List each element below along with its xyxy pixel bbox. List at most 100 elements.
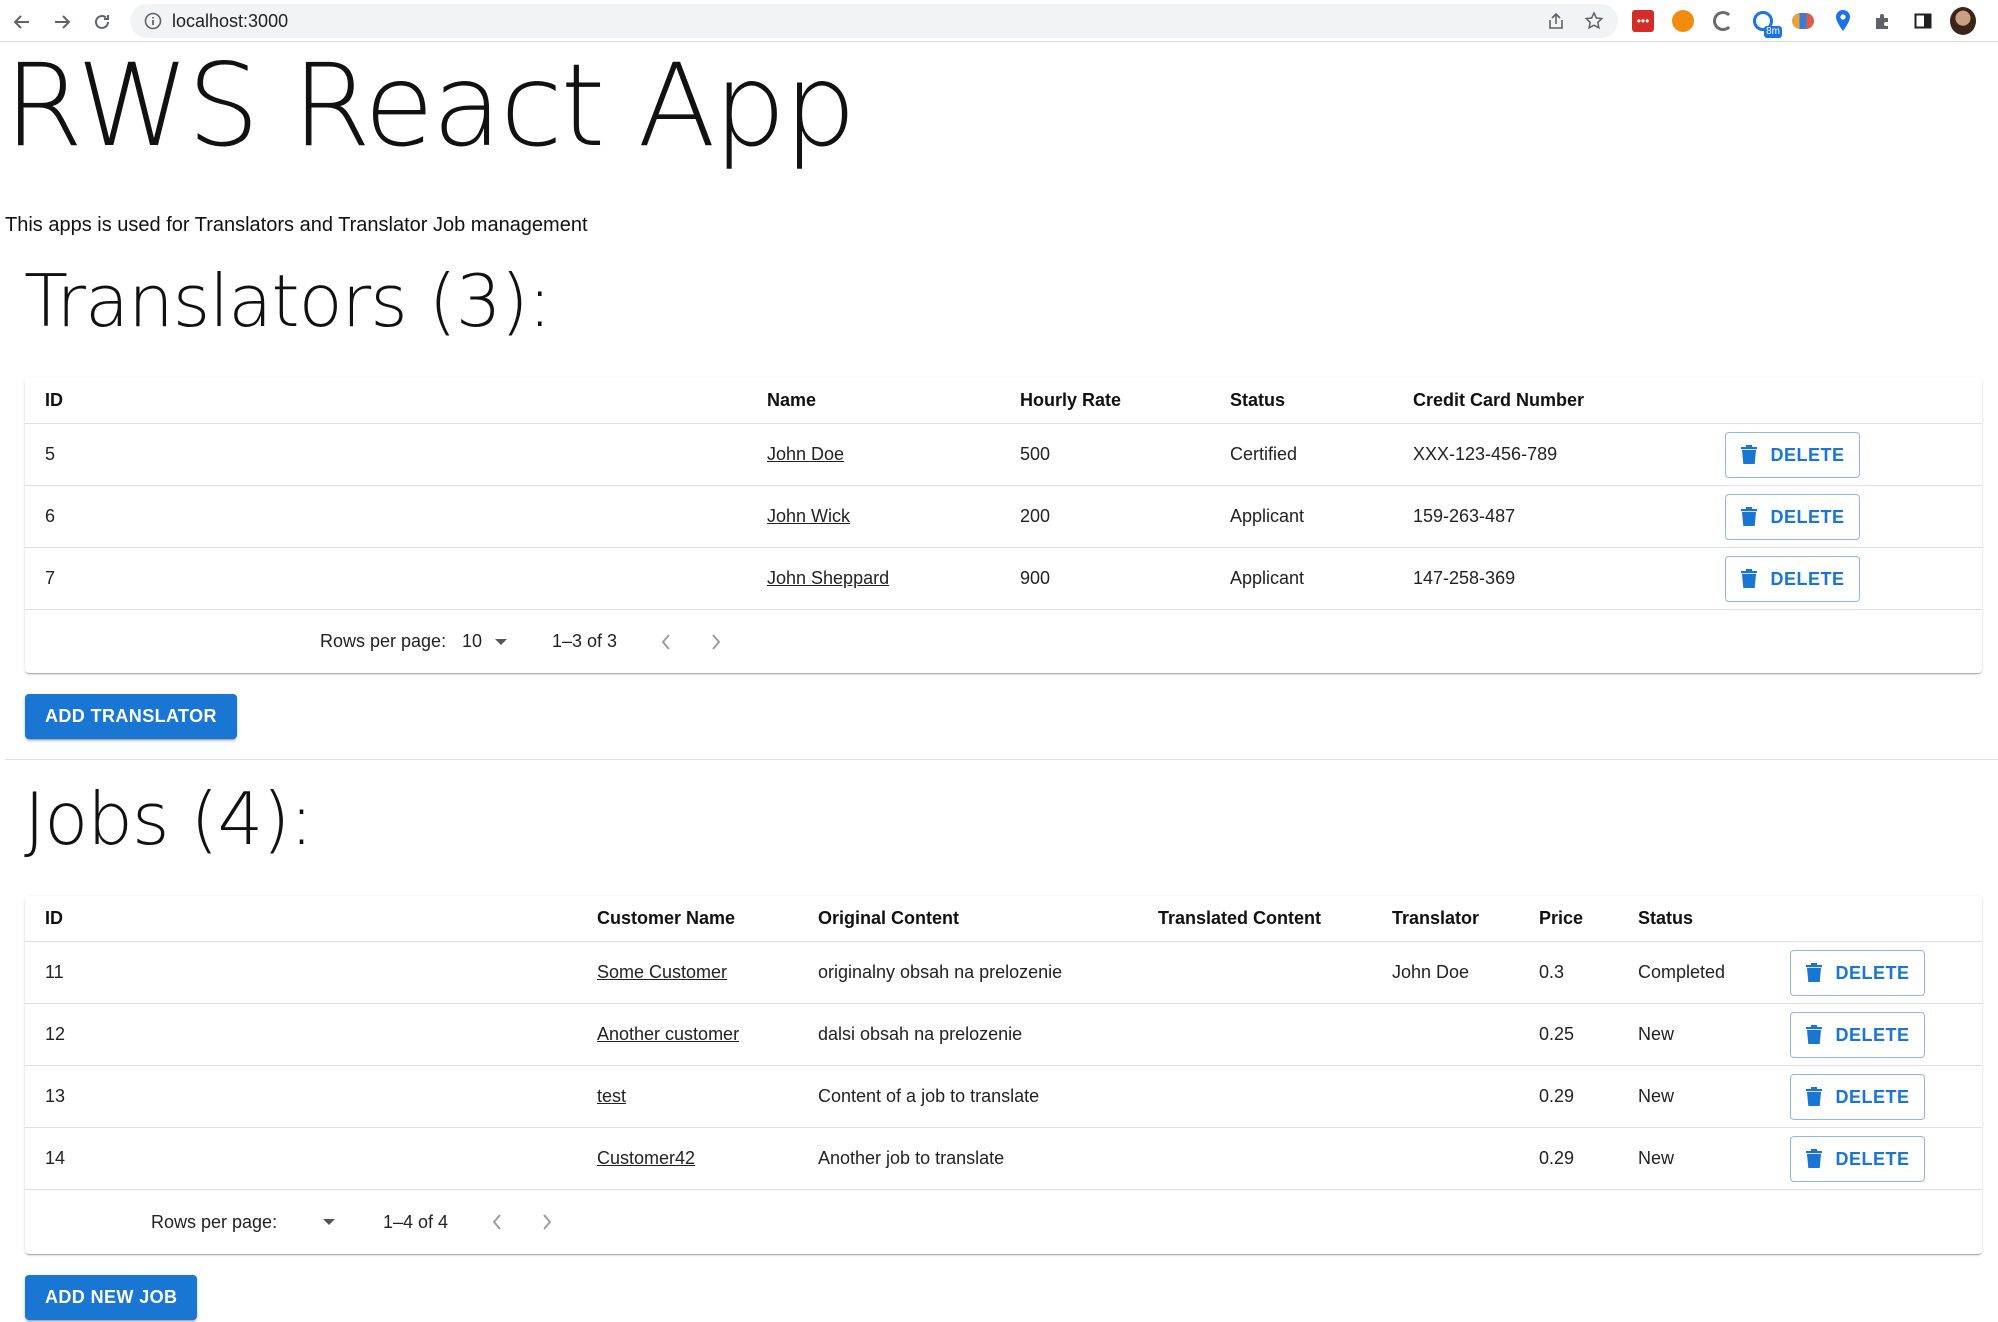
- column-header-original-content[interactable]: Original Content: [818, 896, 959, 941]
- add-translator-button[interactable]: ADD TRANSLATOR: [25, 694, 237, 739]
- column-header-id[interactable]: ID: [45, 896, 63, 941]
- translator-hourly-rate: 900: [1020, 568, 1051, 588]
- column-header-translator[interactable]: Translator: [1392, 896, 1479, 941]
- table-row: 12 Another customer dalsi obsah na prelo…: [25, 1004, 1982, 1066]
- translator-name-link[interactable]: John Doe: [767, 444, 844, 465]
- translator-status: Applicant: [1230, 506, 1305, 526]
- reload-icon[interactable]: [88, 8, 116, 36]
- table-pagination: Rows per page: 10 1–3 of 3: [25, 610, 1982, 673]
- rows-per-page-select[interactable]: 10: [462, 610, 508, 673]
- job-price: 0.29: [1539, 1148, 1575, 1168]
- delete-label: DELETE: [1770, 568, 1845, 589]
- rows-per-page-value: 10: [462, 631, 483, 651]
- back-arrow-icon[interactable]: [8, 8, 36, 36]
- translator-credit-card: 147-258-369: [1413, 568, 1516, 588]
- lastpass-extension-icon[interactable]: •••: [1630, 8, 1656, 34]
- translator-name-link[interactable]: John Sheppard: [767, 568, 889, 589]
- address-bar[interactable]: localhost:3000: [130, 4, 1618, 38]
- trash-icon: [1806, 963, 1823, 982]
- translator-id: 6: [45, 506, 56, 526]
- job-translator: John Doe: [1392, 962, 1470, 982]
- side-panel-icon[interactable]: [1910, 8, 1936, 34]
- translator-credit-card: XXX-123-456-789: [1413, 444, 1558, 464]
- url-text[interactable]: localhost:3000: [172, 11, 288, 32]
- page-title: RWS React App: [4, 39, 856, 172]
- table-row: 14 Customer42 Another job to translate 0…: [25, 1128, 1982, 1190]
- trash-icon: [1806, 1149, 1823, 1168]
- caret-down-icon: [495, 638, 508, 645]
- bookmark-star-icon[interactable]: [1584, 11, 1604, 36]
- trash-icon: [1741, 445, 1758, 464]
- column-header-status[interactable]: Status: [1638, 896, 1693, 941]
- translator-id: 7: [45, 568, 56, 588]
- delete-translator-button[interactable]: DELETE: [1725, 556, 1860, 602]
- delete-job-button[interactable]: DELETE: [1790, 1136, 1925, 1182]
- team-extension-icon[interactable]: [1790, 8, 1816, 34]
- trash-icon: [1806, 1087, 1823, 1106]
- table-pagination: Rows per page: 1–4 of 4: [25, 1190, 1982, 1254]
- job-id: 11: [45, 962, 64, 982]
- profile-avatar[interactable]: [1950, 7, 1976, 35]
- job-status: Completed: [1638, 962, 1726, 982]
- rows-per-page-select[interactable]: [310, 1190, 336, 1254]
- delete-label: DELETE: [1835, 962, 1910, 983]
- trash-icon: [1806, 1025, 1823, 1044]
- delete-job-button[interactable]: DELETE: [1790, 1012, 1925, 1058]
- table-row: 6 John Wick 200 Applicant 159-263-487 DE…: [25, 486, 1982, 548]
- column-header-customer-name[interactable]: Customer Name: [597, 896, 735, 941]
- previous-page-chevron-left-icon[interactable]: [491, 1190, 503, 1254]
- column-header-translated-content[interactable]: Translated Content: [1158, 896, 1321, 941]
- delete-label: DELETE: [1835, 1148, 1910, 1169]
- trash-icon: [1741, 507, 1758, 526]
- info-icon[interactable]: [144, 12, 162, 30]
- customer-name-link[interactable]: Customer42: [597, 1148, 695, 1169]
- forward-arrow-icon[interactable]: [48, 8, 76, 36]
- timer-extension-icon[interactable]: 8m: [1750, 8, 1782, 38]
- column-header-id[interactable]: ID: [45, 377, 63, 423]
- delete-translator-button[interactable]: DELETE: [1725, 432, 1860, 478]
- page-subtitle: This apps is used for Translators and Tr…: [5, 214, 588, 236]
- pagination-range: 1–4 of 4: [383, 1211, 449, 1232]
- column-header-name[interactable]: Name: [767, 377, 816, 423]
- job-status: New: [1638, 1024, 1675, 1044]
- share-icon[interactable]: [1546, 11, 1566, 36]
- delete-job-button[interactable]: DELETE: [1790, 1074, 1925, 1120]
- gray-extension-icon[interactable]: [1710, 8, 1736, 34]
- job-original-content: originalny obsah na prelozenie: [818, 962, 1063, 982]
- previous-page-chevron-left-icon[interactable]: [660, 610, 672, 673]
- translator-name-link[interactable]: John Wick: [767, 506, 850, 527]
- trash-icon: [1741, 569, 1758, 588]
- section-divider: [5, 759, 1998, 760]
- extension-bar: ••• 8m: [1630, 7, 1976, 38]
- job-price: 0.29: [1539, 1086, 1575, 1106]
- customer-name-link[interactable]: test: [597, 1086, 626, 1107]
- delete-job-button[interactable]: DELETE: [1790, 950, 1925, 996]
- orange-extension-icon[interactable]: [1670, 8, 1696, 34]
- translator-credit-card: 159-263-487: [1413, 506, 1516, 526]
- next-page-chevron-right-icon[interactable]: [710, 610, 722, 673]
- jobs-table: ID Customer Name Original Content Transl…: [25, 896, 1982, 1254]
- rows-per-page-label: Rows per page:: [151, 1211, 278, 1232]
- next-page-chevron-right-icon[interactable]: [541, 1190, 553, 1254]
- translator-status: Certified: [1230, 444, 1298, 464]
- customer-name-link[interactable]: Another customer: [597, 1024, 739, 1045]
- job-price: 0.25: [1539, 1024, 1575, 1044]
- column-header-hourly-rate[interactable]: Hourly Rate: [1020, 377, 1121, 423]
- puzzle-extensions-icon[interactable]: [1870, 8, 1896, 34]
- browser-toolbar: localhost:3000 ••• 8m: [0, 0, 1998, 42]
- translator-hourly-rate: 200: [1020, 506, 1051, 526]
- job-status: New: [1638, 1086, 1675, 1106]
- table-row: 7 John Sheppard 900 Applicant 147-258-36…: [25, 548, 1982, 610]
- timer-badge: 8m: [1764, 26, 1782, 38]
- add-new-job-button[interactable]: ADD NEW JOB: [25, 1275, 198, 1320]
- delete-translator-button[interactable]: DELETE: [1725, 494, 1860, 540]
- column-header-credit-card[interactable]: Credit Card Number: [1413, 377, 1584, 423]
- column-header-price[interactable]: Price: [1539, 896, 1583, 941]
- column-header-status[interactable]: Status: [1230, 377, 1285, 423]
- job-price: 0.3: [1539, 962, 1565, 982]
- location-pin-extension-icon[interactable]: [1830, 8, 1856, 34]
- job-id: 12: [45, 1024, 66, 1044]
- customer-name-link[interactable]: Some Customer: [597, 962, 727, 983]
- job-original-content: Another job to translate: [818, 1148, 1005, 1168]
- table-header-row: ID Customer Name Original Content Transl…: [25, 896, 1982, 942]
